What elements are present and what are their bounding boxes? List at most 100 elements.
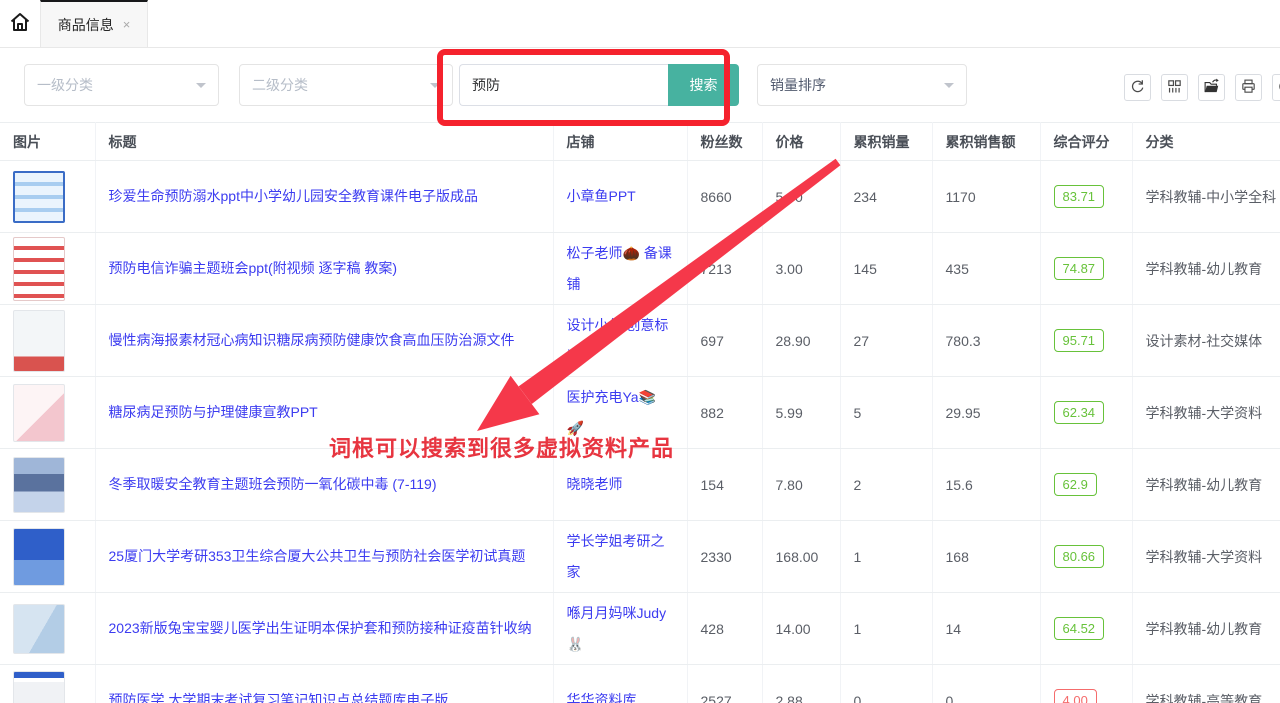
home-button[interactable] — [0, 0, 40, 47]
revenue-value: 15.6 — [932, 449, 1040, 521]
shop-link[interactable]: 设计小保 创意标识 — [567, 310, 675, 372]
column-header-title: 标题 — [95, 123, 553, 161]
shop-link[interactable]: 医护充电Ya📚 🚀 — [567, 382, 675, 444]
tab-bar: 商品信息 × — [0, 0, 1280, 48]
category-label: 设计素材-社交媒体 — [1132, 305, 1280, 377]
category-label: 学科教辅-高等教育 — [1132, 665, 1280, 703]
close-icon[interactable]: × — [123, 17, 131, 32]
print-icon — [1240, 78, 1257, 98]
export-button[interactable] — [1198, 74, 1225, 101]
column-settings-icon — [1166, 78, 1183, 98]
product-title-link[interactable]: 糖尿病足预防与护理健康宣教PPT — [109, 397, 318, 428]
table-row: 珍爱生命预防溺水ppt中小学幼儿园安全教育课件电子版成品 小章鱼PPT 8660… — [0, 161, 1280, 233]
tab-label: 商品信息 — [58, 15, 114, 35]
fans-count: 2330 — [687, 521, 762, 593]
sales-count: 27 — [840, 305, 932, 377]
product-title-link[interactable]: 珍爱生命预防溺水ppt中小学幼儿园安全教育课件电子版成品 — [109, 181, 478, 212]
page: 商品信息 × 一级分类 二级分类 搜索 销量排序 — [0, 0, 1280, 703]
sales-count: 2 — [840, 449, 932, 521]
product-thumbnail[interactable] — [13, 457, 65, 513]
column-header-revenue: 累积销售额 — [932, 123, 1040, 161]
level1-category-placeholder: 一级分类 — [37, 75, 93, 95]
product-title-link[interactable]: 预防电信诈骗主题班会ppt(附视频 逐字稿 教案) — [109, 253, 398, 284]
level2-category-select[interactable]: 二级分类 — [239, 64, 453, 106]
category-label: 学科教辅-大学资料 — [1132, 521, 1280, 593]
fans-count: 697 — [687, 305, 762, 377]
score-badge: 95.71 — [1054, 329, 1105, 352]
refresh-button[interactable] — [1124, 74, 1151, 101]
product-thumbnail[interactable] — [13, 384, 65, 442]
shop-link[interactable]: 松子老师🌰 备课铺 — [567, 238, 675, 300]
product-title-link[interactable]: 预防医学 大学期末考试复习笔记知识点总结题库电子版 — [109, 685, 449, 703]
score-badge: 62.9 — [1054, 473, 1097, 496]
refresh-icon — [1129, 78, 1146, 98]
column-header-price: 价格 — [762, 123, 840, 161]
shop-link[interactable]: 华华资料库 — [567, 685, 637, 703]
table-row: 糖尿病足预防与护理健康宣教PPT 医护充电Ya📚 🚀 882 5.99 5 29… — [0, 377, 1280, 449]
filter-bar: 一级分类 二级分类 搜索 销量排序 — [0, 48, 1280, 122]
price-value: 14.00 — [762, 593, 840, 665]
column-header-sales: 累积销量 — [840, 123, 932, 161]
export-icon — [1203, 78, 1220, 98]
level2-category-placeholder: 二级分类 — [252, 75, 308, 95]
category-label: 学科教辅-幼儿教育 — [1132, 233, 1280, 305]
level1-category-select[interactable]: 一级分类 — [24, 64, 219, 106]
price-value: 7.80 — [762, 449, 840, 521]
category-label: 学科教辅-幼儿教育 — [1132, 593, 1280, 665]
shop-link[interactable]: 喺月月妈咪Judy🐰 — [567, 598, 675, 660]
product-thumbnail[interactable] — [13, 528, 65, 586]
shop-link[interactable]: 晓晓老师 — [567, 469, 623, 500]
sales-count: 0 — [840, 665, 932, 703]
fans-count: 882 — [687, 377, 762, 449]
product-thumbnail[interactable] — [13, 171, 65, 223]
table-row: 25厦门大学考研353卫生综合厦大公共卫生与预防社会医学初试真题 学长学姐考研之… — [0, 521, 1280, 593]
home-icon — [8, 10, 32, 37]
score-badge: 80.66 — [1054, 545, 1105, 568]
score-badge: 83.71 — [1054, 185, 1105, 208]
price-value: 5.00 — [762, 161, 840, 233]
score-badge: 62.34 — [1054, 401, 1105, 424]
sort-select[interactable]: 销量排序 — [757, 64, 967, 106]
shop-link[interactable]: 学长学姐考研之家 — [567, 526, 675, 588]
category-label: 学科教辅-中小学全科 — [1132, 161, 1280, 233]
product-thumbnail[interactable] — [13, 310, 65, 372]
column-header-score: 综合评分 — [1040, 123, 1132, 161]
product-title-link[interactable]: 25厦门大学考研353卫生综合厦大公共卫生与预防社会医学初试真题 — [109, 541, 526, 572]
search-input[interactable] — [459, 64, 668, 106]
sales-count: 1 — [840, 521, 932, 593]
print-button[interactable] — [1235, 74, 1262, 101]
product-title-link[interactable]: 冬季取暖安全教育主题班会预防一氧化碳中毒 (7-119) — [109, 469, 437, 500]
table-row: 冬季取暖安全教育主题班会预防一氧化碳中毒 (7-119) 晓晓老师 154 7.… — [0, 449, 1280, 521]
price-value: 2.88 — [762, 665, 840, 703]
column-settings-button[interactable] — [1161, 74, 1188, 101]
product-thumbnail[interactable] — [13, 237, 65, 301]
column-header-fans: 粉丝数 — [687, 123, 762, 161]
revenue-value: 1170 — [932, 161, 1040, 233]
product-title-link[interactable]: 2023新版兔宝宝婴儿医学出生证明本保护套和预防接种证疫苗针收纳 — [109, 613, 532, 644]
product-thumbnail[interactable] — [13, 671, 65, 703]
chevron-down-icon — [196, 83, 206, 93]
price-value: 3.00 — [762, 233, 840, 305]
table-row: 预防医学 大学期末考试复习笔记知识点总结题库电子版 华华资料库 2527 2.8… — [0, 665, 1280, 703]
category-label: 学科教辅-大学资料 — [1132, 377, 1280, 449]
more-button[interactable] — [1272, 74, 1280, 101]
chevron-down-icon — [430, 83, 440, 93]
table-row: 慢性病海报素材冠心病知识糖尿病预防健康饮食高血压防治源文件 设计小保 创意标识 … — [0, 305, 1280, 377]
score-badge: 4.00 — [1054, 689, 1097, 703]
score-badge: 64.52 — [1054, 617, 1105, 640]
price-value: 28.90 — [762, 305, 840, 377]
price-value: 168.00 — [762, 521, 840, 593]
chevron-down-icon — [944, 83, 954, 93]
toolbar — [1124, 74, 1280, 101]
tab-product-info[interactable]: 商品信息 × — [40, 0, 148, 47]
product-thumbnail[interactable] — [13, 604, 65, 654]
revenue-value: 29.95 — [932, 377, 1040, 449]
product-table: 图片 标题 店铺 粉丝数 价格 累积销量 累积销售额 综合评分 分类 珍爱生命预… — [0, 122, 1280, 703]
table-header: 图片 标题 店铺 粉丝数 价格 累积销量 累积销售额 综合评分 分类 — [0, 123, 1280, 161]
product-title-link[interactable]: 慢性病海报素材冠心病知识糖尿病预防健康饮食高血压防治源文件 — [109, 325, 515, 356]
search-button[interactable]: 搜索 — [668, 64, 739, 106]
revenue-value: 780.3 — [932, 305, 1040, 377]
sales-count: 5 — [840, 377, 932, 449]
column-header-shop: 店铺 — [553, 123, 687, 161]
shop-link[interactable]: 小章鱼PPT — [567, 181, 636, 212]
